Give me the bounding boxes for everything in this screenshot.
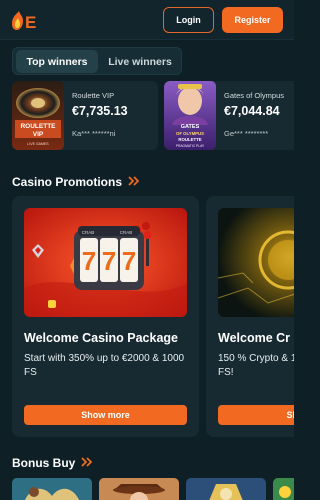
- svg-text:7: 7: [122, 246, 136, 276]
- winner-card[interactable]: ROULETTE VIP LIVE GAMES Roulette VIP €7,…: [12, 81, 158, 150]
- winner-username: Ge*** ********: [224, 129, 269, 138]
- svg-text:LIVE GAMES: LIVE GAMES: [27, 142, 49, 146]
- tab-live-winners[interactable]: Live winners: [100, 50, 180, 73]
- svg-text:E: E: [25, 13, 36, 32]
- section-title-text: Casino Promotions: [12, 175, 123, 189]
- double-chevron-right-icon: [81, 456, 94, 470]
- promo-title: Welcome Casino Package: [24, 331, 179, 345]
- section-title-text: Bonus Buy: [12, 456, 76, 470]
- svg-text:OF OLYMPUS: OF OLYMPUS: [176, 131, 204, 136]
- top-header: E Login Register: [0, 0, 294, 40]
- brand-logo[interactable]: E: [10, 10, 40, 32]
- promo-card[interactable]: 7 7 7 CRAB CRAB Welcome Casino Package S…: [12, 196, 199, 437]
- svg-text:CRAB: CRAB: [120, 230, 133, 235]
- svg-text:ROULETTE: ROULETTE: [178, 137, 201, 142]
- roulette-vip-thumbnail[interactable]: ROULETTE VIP LIVE GAMES: [12, 81, 64, 150]
- promo-title: Welcome Cr: [218, 331, 291, 345]
- gates-of-olympus-roulette-thumbnail[interactable]: GATES OF OLYMPUS ROULETTE PRAGMATIC PLAY: [164, 81, 216, 150]
- promo-card[interactable]: Welcome Cr 150 % Crypto & 150 FS! Sh: [206, 196, 294, 437]
- bonus-game-thumbnail[interactable]: [99, 478, 179, 500]
- tab-top-winners[interactable]: Top winners: [16, 50, 98, 73]
- svg-text:7: 7: [102, 246, 116, 276]
- svg-text:ROULETTE: ROULETTE: [20, 123, 56, 130]
- show-more-button[interactable]: Sh: [218, 405, 294, 425]
- bonus-game-thumbnail[interactable]: [12, 478, 92, 500]
- promo-description: 150 % Crypto & 150 FS!: [218, 353, 294, 378]
- winners-tabs: Top winners Live winners: [12, 47, 182, 75]
- svg-text:GATES: GATES: [181, 124, 200, 130]
- svg-text:VIP: VIP: [33, 131, 44, 138]
- winner-game-name: Roulette VIP: [72, 91, 115, 100]
- bonus-buy-heading[interactable]: Bonus Buy: [12, 456, 94, 470]
- login-button[interactable]: Login: [163, 7, 214, 33]
- double-chevron-right-icon: [128, 175, 141, 189]
- bonus-game-thumbnail[interactable]: [273, 478, 294, 500]
- winner-game-name: Gates of Olympus: [224, 91, 285, 100]
- svg-text:CRAB: CRAB: [82, 230, 95, 235]
- slot-machine-image: 7 7 7 CRAB CRAB: [24, 208, 187, 317]
- page: E Login Register Top winners Live winner…: [0, 0, 294, 500]
- bonus-game-thumbnail[interactable]: [186, 478, 266, 500]
- winner-amount: €7,735.13: [72, 104, 128, 118]
- casino-promotions-heading[interactable]: Casino Promotions: [12, 175, 141, 189]
- svg-text:PRAGMATIC PLAY: PRAGMATIC PLAY: [176, 144, 205, 148]
- show-more-button[interactable]: Show more: [24, 405, 187, 425]
- register-button[interactable]: Register: [222, 7, 283, 33]
- winner-amount: €7,044.84: [224, 104, 280, 118]
- winner-card[interactable]: GATES OF OLYMPUS ROULETTE PRAGMATIC PLAY…: [164, 81, 294, 150]
- promo-description: Start with 350% up to €2000 & 1000 FS: [24, 353, 185, 378]
- crypto-coin-image: [218, 208, 294, 317]
- winner-username: Ka*** ******ni: [72, 129, 116, 138]
- svg-text:7: 7: [82, 246, 96, 276]
